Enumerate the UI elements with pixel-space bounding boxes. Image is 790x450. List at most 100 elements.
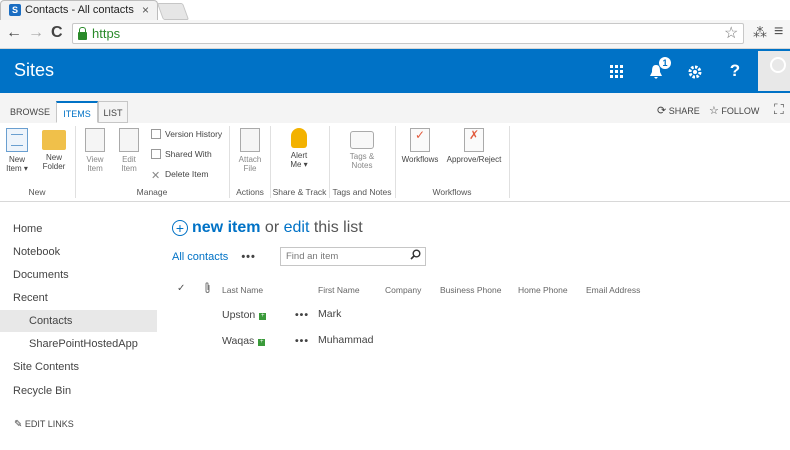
column-header-home-phone[interactable]: Home Phone bbox=[518, 285, 568, 295]
extension-icon[interactable]: ⁂ bbox=[753, 24, 767, 41]
new-item-row: + new item or edit this list bbox=[172, 219, 363, 237]
search-input[interactable]: Find an item bbox=[280, 247, 426, 266]
avatar[interactable] bbox=[758, 51, 790, 91]
tab-browse[interactable]: BROWSE bbox=[8, 101, 52, 123]
column-header-company[interactable]: Company bbox=[385, 285, 421, 295]
browser-tab-bar: S Contacts - All contacts × bbox=[0, 0, 790, 20]
ribbon-tab-row: BROWSE ITEMS LIST ⟳ SHARE ☆ FOLLOW ⛶ bbox=[0, 93, 790, 124]
first-name-value: Mark bbox=[318, 308, 342, 320]
alert-me-label: Alert Me ▾ bbox=[290, 151, 308, 169]
workflows-button[interactable]: Workflows bbox=[400, 128, 440, 164]
browser-tab[interactable]: S Contacts - All contacts × bbox=[0, 0, 158, 20]
first-name-value: Muhammad bbox=[318, 334, 374, 346]
delete-item-label: Delete Item bbox=[165, 169, 209, 179]
new-item-icon bbox=[6, 128, 28, 152]
column-header-business-phone[interactable]: Business Phone bbox=[440, 285, 501, 295]
reload-icon[interactable]: C bbox=[51, 24, 63, 42]
pencil-icon: ✎ bbox=[14, 419, 23, 430]
new-item-link[interactable]: new item bbox=[192, 219, 260, 236]
bookmark-star-icon[interactable]: ☆ bbox=[724, 23, 738, 43]
approve-reject-label: Approve/Reject bbox=[446, 155, 502, 164]
back-arrow-icon[interactable]: ← bbox=[6, 24, 22, 42]
nav-item-notebook[interactable]: Notebook bbox=[13, 246, 60, 258]
follow-button[interactable]: ☆ FOLLOW bbox=[709, 104, 759, 117]
folder-icon bbox=[42, 130, 66, 150]
search-placeholder: Find an item bbox=[286, 251, 339, 262]
delete-item-button[interactable]: ✕ Delete Item bbox=[151, 169, 208, 182]
select-all-checkmark-icon[interactable]: ✓ bbox=[177, 283, 185, 294]
edit-link[interactable]: edit bbox=[284, 219, 310, 236]
shared-with-label: Shared With bbox=[165, 149, 212, 159]
view-item-button[interactable]: View Item bbox=[82, 128, 108, 173]
shared-with-icon bbox=[151, 149, 161, 159]
approve-reject-button[interactable]: Approve/Reject bbox=[444, 128, 504, 164]
edit-item-icon bbox=[119, 128, 139, 152]
last-name-value: Waqas bbox=[222, 335, 255, 347]
edit-links-label: EDIT LINKS bbox=[24, 419, 74, 429]
attachment-column-icon bbox=[204, 282, 211, 297]
group-label-share-track: Share & Track bbox=[272, 187, 327, 197]
view-more-icon[interactable]: ••• bbox=[241, 251, 256, 263]
search-icon[interactable] bbox=[410, 249, 421, 263]
nav-item-recycle-bin[interactable]: Recycle Bin bbox=[13, 385, 71, 397]
nav-item-home[interactable]: Home bbox=[13, 223, 42, 235]
help-icon[interactable]: ? bbox=[716, 49, 754, 93]
share-button[interactable]: ⟳ SHARE bbox=[657, 104, 700, 117]
focus-content-icon[interactable]: ⛶ bbox=[774, 101, 784, 118]
app-launcher-icon[interactable] bbox=[598, 49, 636, 93]
tab-list[interactable]: LIST bbox=[98, 101, 128, 123]
tab-title: Contacts - All contacts bbox=[25, 4, 134, 16]
notification-count-badge: 1 bbox=[659, 57, 671, 69]
table-row-last-name[interactable]: Upston + bbox=[222, 309, 267, 321]
new-tab-button[interactable] bbox=[156, 3, 190, 20]
view-item-label: View Item bbox=[86, 155, 104, 173]
notification-bell-icon[interactable]: 1 bbox=[637, 49, 675, 93]
address-bar-row: ← → C https ☆ ⁂ ≡ bbox=[0, 20, 790, 49]
settings-gear-icon[interactable] bbox=[676, 49, 714, 93]
edit-links-button[interactable]: ✎ EDIT LINKS bbox=[14, 419, 74, 430]
row-menu-icon[interactable]: ••• bbox=[295, 309, 309, 321]
new-item-badge-icon: + bbox=[259, 313, 267, 320]
workflow-icon bbox=[410, 128, 430, 152]
plus-circle-icon[interactable]: + bbox=[172, 220, 188, 236]
browser-menu-icon[interactable]: ≡ bbox=[774, 23, 783, 41]
version-history-icon bbox=[151, 129, 161, 139]
delete-x-icon: ✕ bbox=[151, 170, 161, 182]
new-item-button[interactable]: New Item ▾ bbox=[4, 128, 30, 173]
tags-notes-button[interactable]: Tags & Notes bbox=[346, 128, 378, 170]
nav-item-sharepointhostedapp[interactable]: SharePointHostedApp bbox=[29, 338, 138, 350]
view-all-contacts[interactable]: All contacts bbox=[172, 251, 228, 263]
version-history-button[interactable]: Version History bbox=[151, 129, 222, 139]
nav-item-documents[interactable]: Documents bbox=[13, 269, 69, 281]
attach-file-button[interactable]: Attach File bbox=[235, 128, 265, 173]
site-title[interactable]: Sites bbox=[14, 60, 54, 81]
sharepoint-favicon-icon: S bbox=[9, 4, 21, 16]
edit-item-button[interactable]: Edit Item bbox=[116, 128, 142, 173]
group-label-workflows: Workflows bbox=[432, 187, 472, 197]
ribbon: New Item ▾ New Folder New View Item Edit… bbox=[0, 123, 790, 202]
tab-items[interactable]: ITEMS bbox=[56, 101, 98, 123]
group-divider bbox=[509, 126, 510, 198]
view-selector: All contacts ••• bbox=[172, 251, 256, 263]
shared-with-button[interactable]: Shared With bbox=[151, 149, 212, 159]
alert-me-button[interactable]: Alert Me ▾ bbox=[285, 128, 313, 169]
share-icon: ⟳ bbox=[657, 105, 667, 117]
column-header-first-name[interactable]: First Name bbox=[318, 285, 360, 295]
column-header-email-address[interactable]: Email Address bbox=[586, 285, 640, 295]
workflows-label: Workflows bbox=[401, 155, 439, 164]
tab-close-icon[interactable]: × bbox=[142, 3, 149, 17]
table-row-last-name[interactable]: Waqas + bbox=[222, 335, 266, 347]
group-label-new: New bbox=[28, 187, 46, 197]
group-label-manage: Manage bbox=[136, 187, 168, 197]
row-menu-icon[interactable]: ••• bbox=[295, 335, 309, 347]
attach-file-label: Attach File bbox=[238, 155, 262, 173]
view-item-icon bbox=[85, 128, 105, 152]
forward-arrow-icon[interactable]: → bbox=[28, 24, 44, 42]
nav-item-site-contents[interactable]: Site Contents bbox=[13, 361, 79, 373]
share-label: SHARE bbox=[668, 106, 700, 116]
new-folder-button[interactable]: New Folder bbox=[40, 128, 68, 171]
url-input[interactable]: https bbox=[72, 23, 744, 44]
nav-item-recent[interactable]: Recent bbox=[13, 292, 48, 304]
column-header-last-name[interactable]: Last Name bbox=[222, 285, 263, 295]
nav-item-contacts[interactable]: Contacts bbox=[29, 315, 72, 327]
